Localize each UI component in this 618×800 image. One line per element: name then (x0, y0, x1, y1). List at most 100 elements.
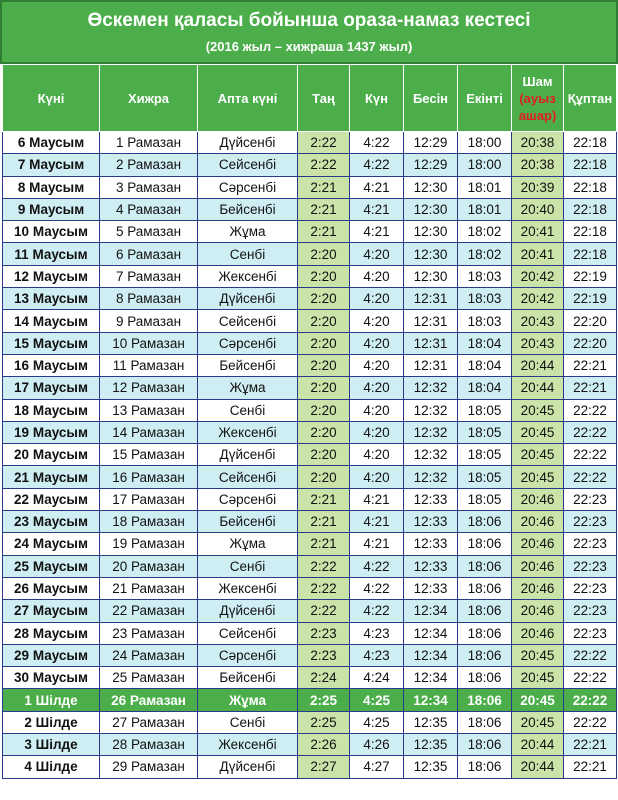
cell-asr: 18:00 (457, 153, 512, 177)
cell-dhuhr: 12:32 (403, 443, 458, 467)
column-header-dhuhr: Бесін (403, 64, 458, 132)
cell-weekday: Сенбі (197, 398, 298, 422)
cell-isha: 22:23 (563, 576, 617, 601)
cell-fajr: 2:25 (297, 688, 350, 712)
cell-weekday: Жексенбі (197, 733, 298, 757)
cell-dhuhr: 12:29 (403, 130, 458, 155)
cell-dhuhr: 12:31 (403, 353, 458, 378)
table-row: 6 Маусым 1 Рамазан Дүйсенбі 2:22 4:22 12:29 18… (2, 130, 617, 155)
cell-fajr: 2:27 (297, 755, 350, 779)
cell-maghrib: 20:42 (511, 264, 564, 289)
cell-asr: 18:06 (457, 755, 512, 779)
cell-dhuhr: 12:32 (403, 420, 458, 445)
cell-hijri: 13 Рамазан (99, 398, 198, 422)
cell-dhuhr: 12:33 (403, 510, 458, 534)
cell-dhuhr: 12:34 (403, 643, 458, 668)
cell-asr: 18:05 (457, 420, 512, 445)
table-row: 10 Маусым 5 Рамазан Жұма 2:21 4:21 12:30 18:02… (2, 220, 617, 244)
cell-dhuhr: 12:30 (403, 175, 458, 199)
cell-dhuhr: 12:34 (403, 666, 458, 690)
cell-hijri: 27 Рамазан (99, 710, 198, 735)
cell-dhuhr: 12:33 (403, 532, 458, 556)
cell-sunrise: 4:23 (349, 621, 404, 645)
cell-maghrib: 20:41 (511, 220, 564, 244)
cell-fajr: 2:20 (297, 398, 350, 422)
cell-day: 23 Маусым (2, 510, 100, 534)
table-row: 14 Маусым 9 Рамазан Сейсенбі 2:20 4:20 12:31 1… (2, 309, 617, 333)
cell-sunrise: 4:20 (349, 309, 404, 333)
page-title: Өскемен қаласы бойынша ораза-намаз кесте… (87, 10, 531, 31)
cell-day: 13 Маусым (2, 287, 100, 311)
cell-dhuhr: 12:33 (403, 554, 458, 578)
cell-day: 11 Маусым (2, 242, 100, 266)
cell-dhuhr: 12:30 (403, 242, 458, 266)
cell-dhuhr: 12:29 (403, 153, 458, 177)
cell-day: 8 Маусым (2, 175, 100, 199)
cell-hijri: 24 Рамазан (99, 643, 198, 668)
cell-sunrise: 4:20 (349, 287, 404, 311)
cell-sunrise: 4:24 (349, 666, 404, 690)
cell-maghrib: 20:45 (511, 643, 564, 668)
table-row: 23 Маусым 18 Рамазан Бейсенбі 2:21 4:21 12:33… (2, 510, 617, 534)
cell-day: 3 Шілде (2, 733, 100, 757)
cell-day: 21 Маусым (2, 465, 100, 489)
cell-weekday: Жұма (197, 220, 298, 244)
cell-dhuhr: 12:30 (403, 220, 458, 244)
cell-asr: 18:06 (457, 733, 512, 757)
column-header-row: Күні Хижра Апта күні Таң Күн Бесін Екінт… (2, 64, 617, 132)
cell-sunrise: 4:22 (349, 599, 404, 623)
cell-isha: 22:23 (563, 510, 617, 534)
cell-fajr: 2:21 (297, 532, 350, 556)
table-row: 20 Маусым 15 Рамазан Дүйсенбі 2:20 4:20 12:32… (2, 443, 617, 467)
cell-hijri: 19 Рамазан (99, 532, 198, 556)
cell-hijri: 4 Рамазан (99, 197, 198, 222)
cell-day: 29 Маусым (2, 643, 100, 668)
cell-asr: 18:01 (457, 197, 512, 222)
cell-weekday: Дүйсенбі (197, 599, 298, 623)
column-header-maghrib-note: (ауыз ашар) (518, 90, 557, 123)
cell-maghrib: 20:44 (511, 733, 564, 757)
cell-isha: 22:22 (563, 398, 617, 422)
column-header-asr: Екінті (457, 64, 512, 132)
cell-maghrib: 20:38 (511, 130, 564, 155)
cell-hijri: 12 Рамазан (99, 376, 198, 400)
cell-dhuhr: 12:33 (403, 487, 458, 512)
cell-day: 26 Маусым (2, 576, 100, 601)
cell-maghrib: 20:46 (511, 487, 564, 512)
cell-sunrise: 4:20 (349, 353, 404, 378)
cell-isha: 22:21 (563, 376, 617, 400)
cell-asr: 18:03 (457, 287, 512, 311)
cell-maghrib: 20:45 (511, 666, 564, 690)
cell-weekday: Бейсенбі (197, 353, 298, 378)
cell-hijri: 29 Рамазан (99, 755, 198, 779)
cell-day: 18 Маусым (2, 398, 100, 422)
cell-hijri: 3 Рамазан (99, 175, 198, 199)
cell-maghrib: 20:46 (511, 532, 564, 556)
table-row: 27 Маусым 22 Рамазан Дүйсенбі 2:22 4:22 12:34… (2, 599, 617, 623)
cell-fajr: 2:20 (297, 376, 350, 400)
cell-day: 7 Маусым (2, 153, 100, 177)
cell-day: 15 Маусым (2, 331, 100, 355)
cell-sunrise: 4:21 (349, 175, 404, 199)
column-header-fajr: Таң (297, 64, 350, 132)
table-row: 1 Шілде 26 Рамазан Жұма 2:25 4:25 12:34 18:06 2… (2, 688, 617, 712)
cell-sunrise: 4:27 (349, 755, 404, 779)
cell-dhuhr: 12:31 (403, 309, 458, 333)
cell-sunrise: 4:25 (349, 710, 404, 735)
cell-sunrise: 4:20 (349, 465, 404, 489)
table-row: 7 Маусым 2 Рамазан Сейсенбі 2:22 4:22 12:29 18… (2, 153, 617, 177)
cell-sunrise: 4:20 (349, 420, 404, 445)
cell-dhuhr: 12:30 (403, 197, 458, 222)
cell-sunrise: 4:23 (349, 643, 404, 668)
cell-day: 2 Шілде (2, 710, 100, 735)
cell-sunrise: 4:25 (349, 688, 404, 712)
cell-weekday: Сәрсенбі (197, 331, 298, 355)
column-header-isha: Құптан (563, 64, 617, 132)
cell-maghrib: 20:45 (511, 688, 564, 712)
cell-dhuhr: 12:35 (403, 733, 458, 757)
cell-isha: 22:21 (563, 755, 617, 779)
cell-hijri: 20 Рамазан (99, 554, 198, 578)
cell-sunrise: 4:22 (349, 576, 404, 601)
cell-isha: 22:22 (563, 465, 617, 489)
cell-weekday: Жұма (197, 532, 298, 556)
